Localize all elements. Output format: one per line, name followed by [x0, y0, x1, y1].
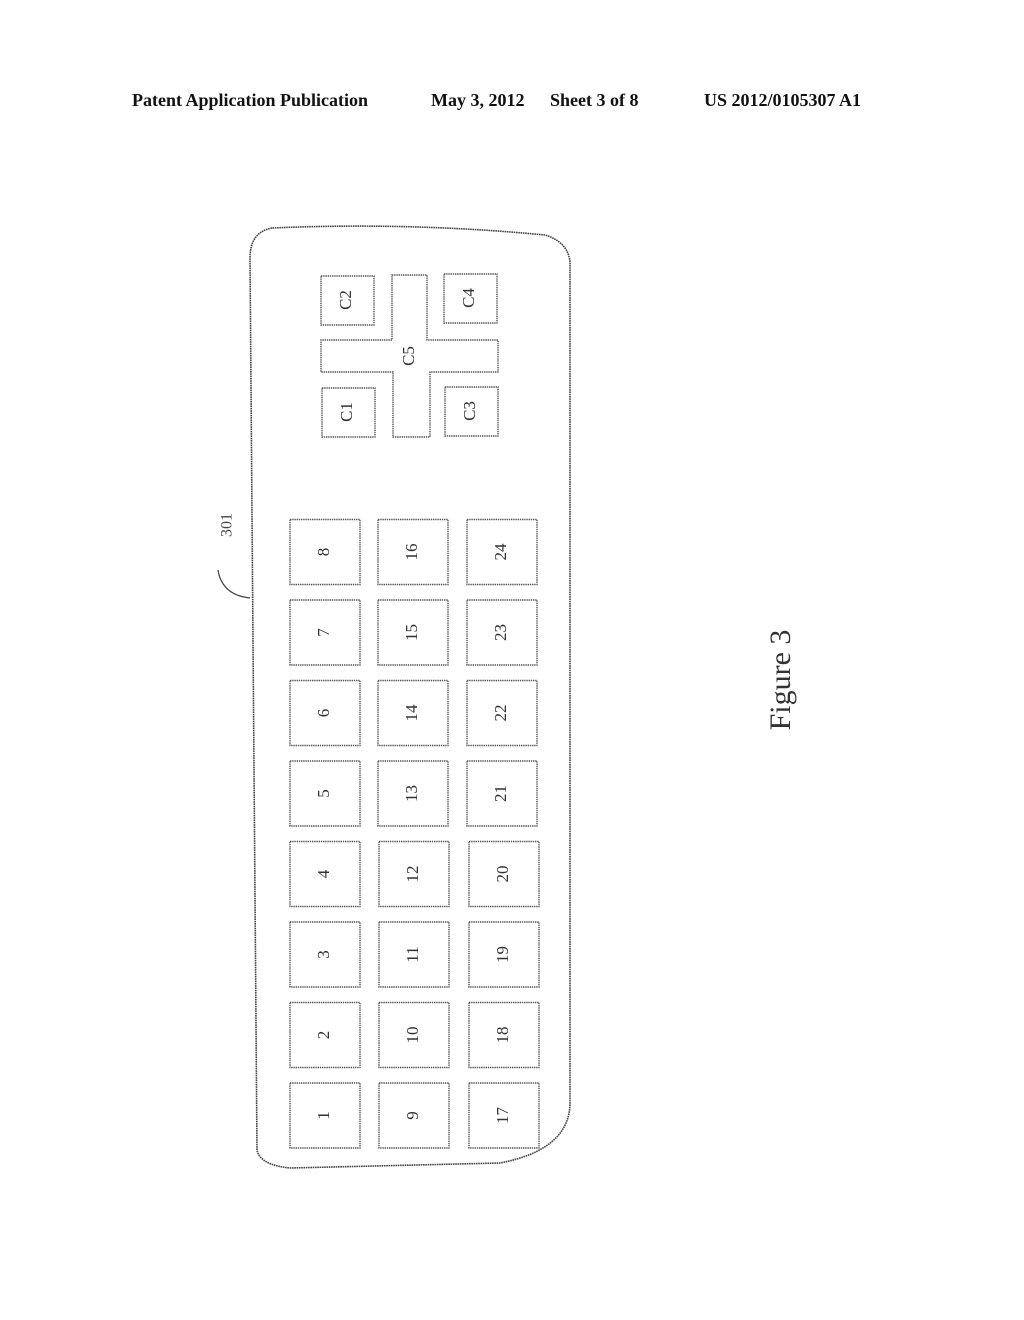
- key-15-label: 15: [402, 624, 421, 641]
- reference-leader-line: [217, 569, 251, 599]
- key-c2-label: C2: [336, 290, 355, 310]
- key-21-label: 21: [491, 785, 510, 802]
- key-20-label: 20: [493, 866, 512, 883]
- reference-number-301: 301: [219, 513, 236, 537]
- key-19-label: 19: [493, 946, 512, 963]
- control-cluster: C5 C2 C4 C1 C3: [320, 273, 499, 438]
- key-4-label: 4: [314, 869, 333, 878]
- key-9-label: 9: [403, 1111, 422, 1120]
- key-16-label: 16: [402, 544, 421, 561]
- numeric-key-grid: 123456789101112131415161718192021222324: [289, 518, 540, 1149]
- key-10-label: 10: [403, 1027, 422, 1044]
- key-2-label: 2: [314, 1031, 333, 1040]
- key-7-label: 7: [314, 628, 333, 637]
- key-1-label: 1: [314, 1111, 333, 1120]
- figure-caption: Figure 3: [764, 630, 797, 731]
- key-24-label: 24: [491, 543, 510, 561]
- key-8-label: 8: [314, 548, 333, 557]
- key-3-label: 3: [314, 950, 333, 959]
- key-c3-label: C3: [460, 401, 479, 421]
- key-c1-label: C1: [337, 402, 356, 422]
- key-6-label: 6: [314, 709, 333, 718]
- key-c4-label: C4: [459, 288, 478, 308]
- key-18-label: 18: [493, 1027, 512, 1044]
- key-22-label: 22: [491, 705, 510, 722]
- key-13-label: 13: [402, 785, 421, 802]
- key-12-label: 12: [403, 866, 422, 883]
- key-23-label: 23: [491, 624, 510, 641]
- key-17-label: 17: [493, 1107, 512, 1125]
- figure-drawing: 301 C5 C2 C4 C1 C3 123456789101112131415…: [217, 225, 797, 1169]
- key-11-label: 11: [403, 946, 422, 962]
- key-5-label: 5: [314, 789, 333, 798]
- key-14-label: 14: [402, 704, 421, 722]
- key-c5-label: C5: [399, 346, 418, 366]
